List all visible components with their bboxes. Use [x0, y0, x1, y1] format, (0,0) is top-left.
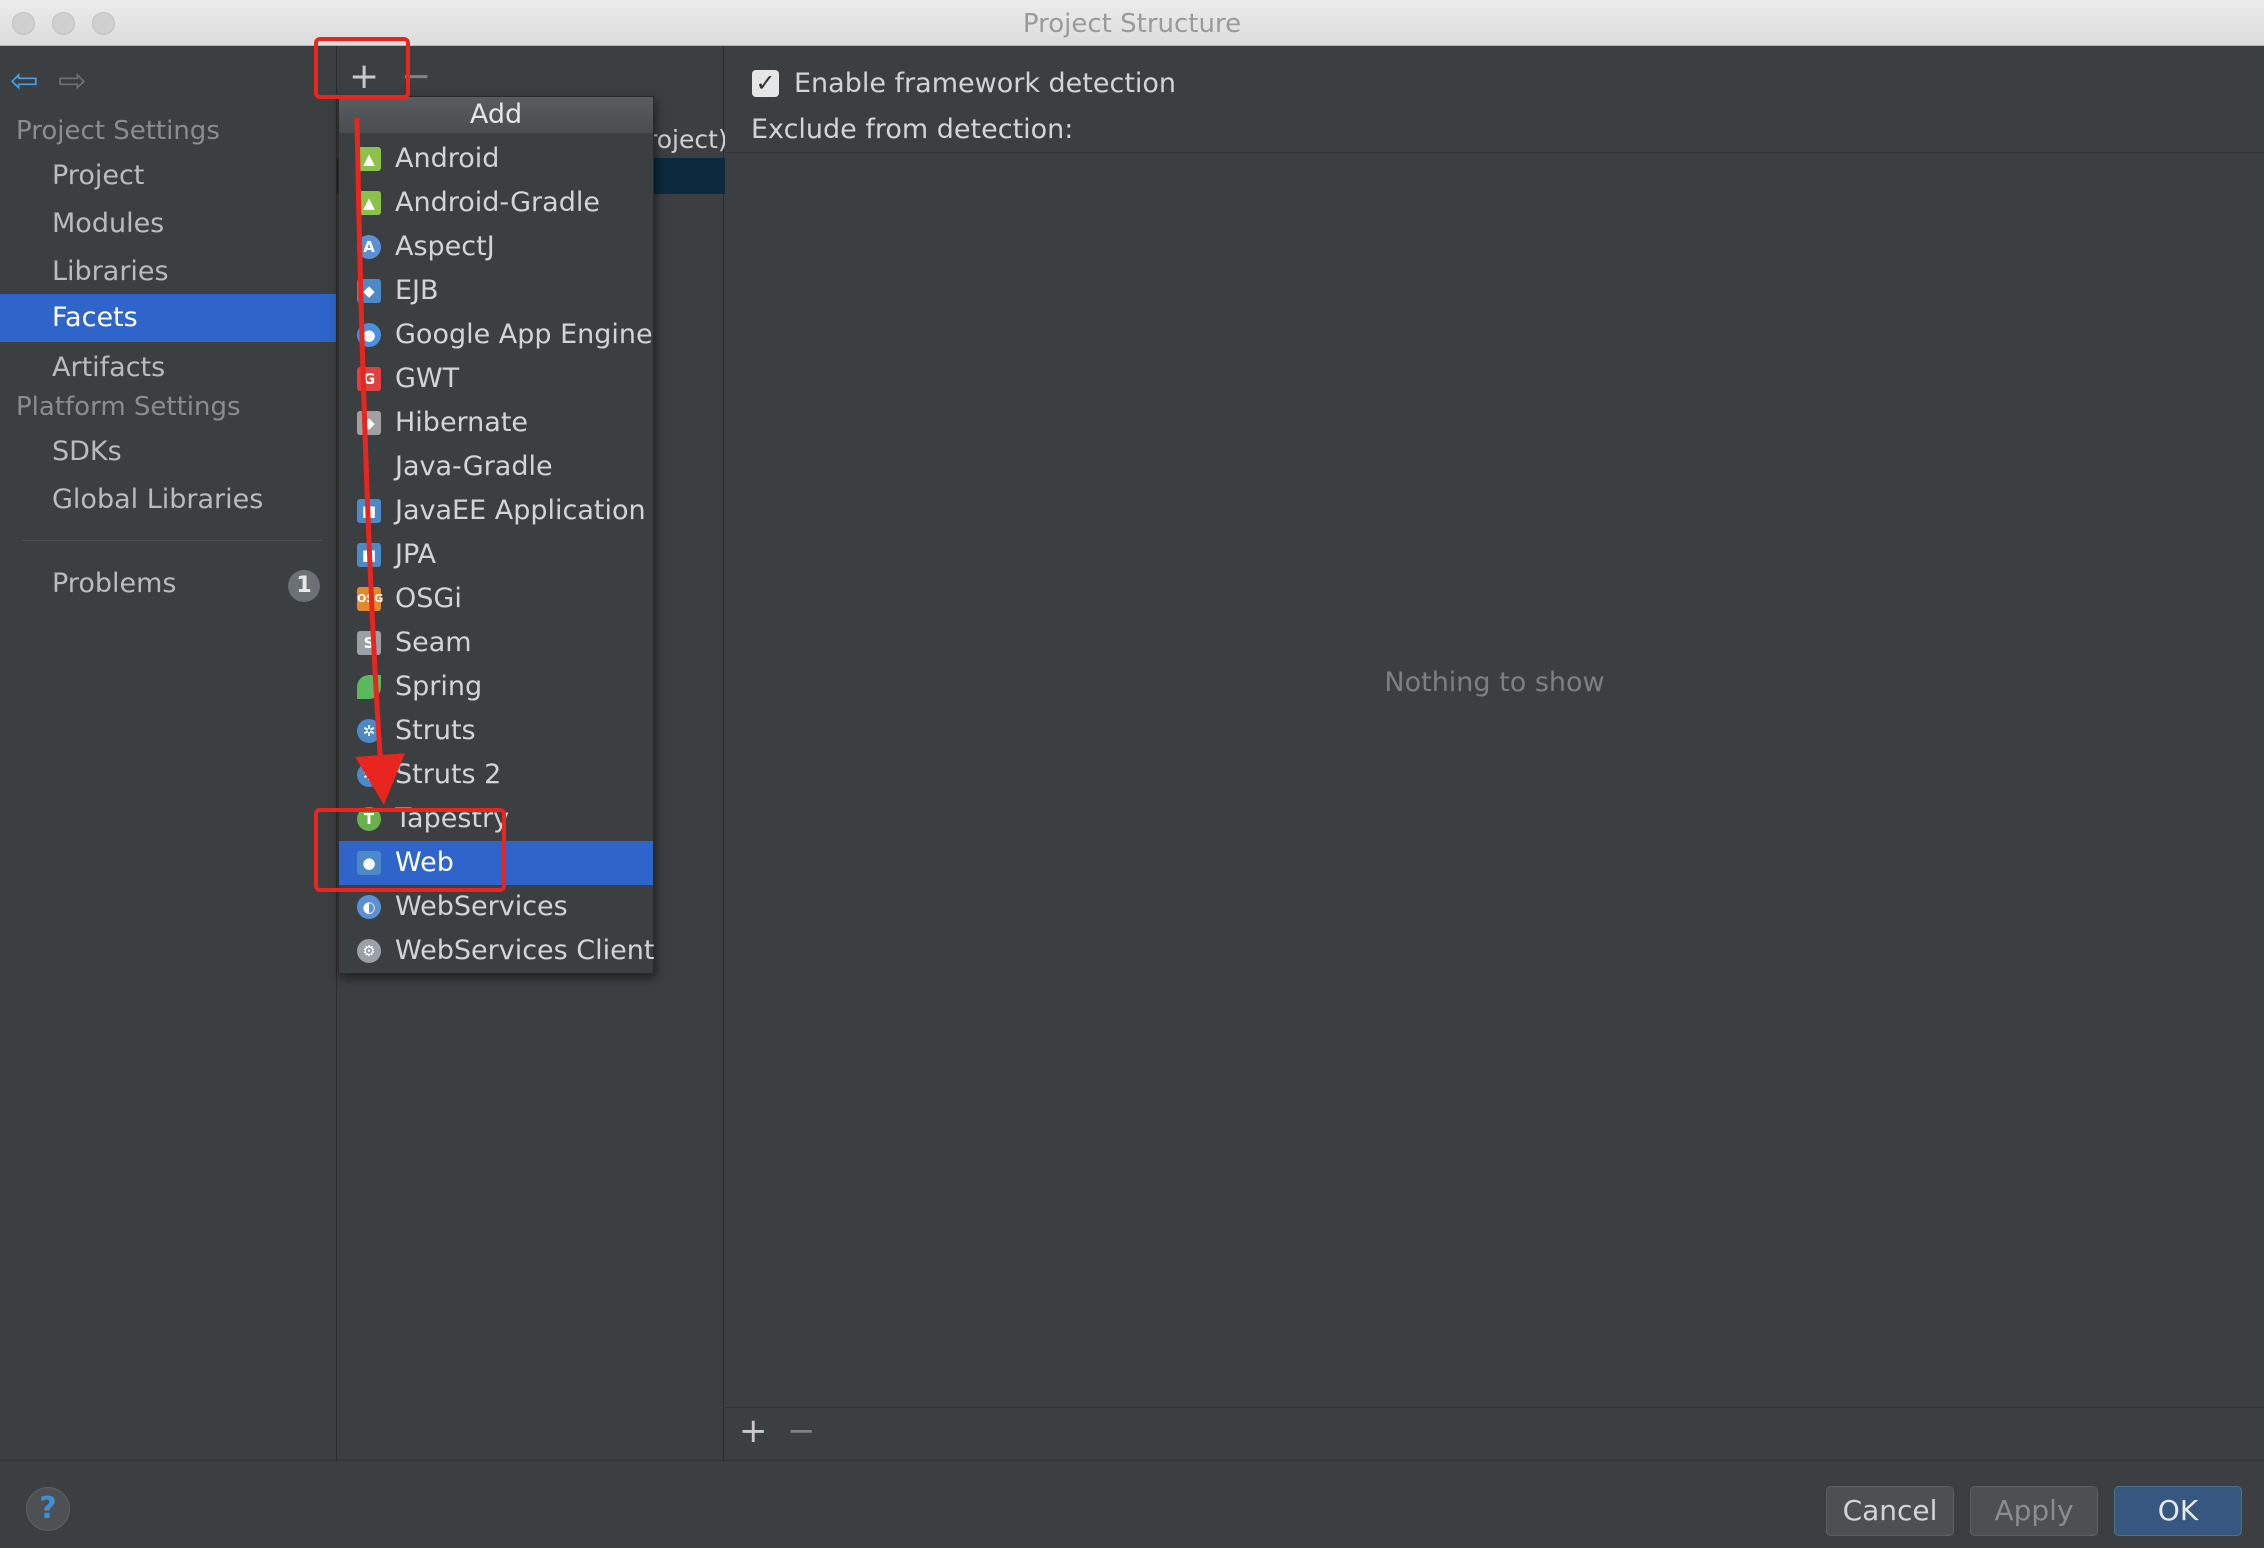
popup-item-label: AspectJ: [395, 231, 495, 262]
popup-item-spring[interactable]: Spring: [339, 665, 653, 709]
popup-item-label: EJB: [395, 275, 439, 306]
ok-button[interactable]: OK: [2114, 1486, 2242, 1536]
popup-item-jpa[interactable]: ■ JPA: [339, 533, 653, 577]
sidebar-item-artifacts[interactable]: Artifacts: [0, 344, 336, 392]
sidebar-item-sdks[interactable]: SDKs: [0, 428, 336, 476]
popup-item-javaee-application[interactable]: ■ JavaEE Application: [339, 489, 653, 533]
dialog-footer: ? Cancel Apply OK: [0, 1460, 2264, 1548]
apply-button[interactable]: Apply: [1970, 1486, 2098, 1536]
project-settings-header: Project Settings: [16, 116, 220, 146]
aspectj-icon: A: [357, 235, 381, 259]
facet-list-row-text[interactable]: roject): [647, 125, 725, 154]
exclude-list[interactable]: Nothing to show: [725, 152, 2264, 1408]
popup-item-gwt[interactable]: G GWT: [339, 357, 653, 401]
webservices-icon: ◐: [357, 895, 381, 919]
webservices-client-icon: ⚙: [357, 939, 381, 963]
sidebar-item-libraries[interactable]: Libraries: [0, 248, 336, 296]
popup-item-android[interactable]: ▲ Android: [339, 137, 653, 181]
window-title: Project Structure: [1022, 9, 1242, 39]
problems-count-badge: 1: [288, 570, 320, 602]
help-button[interactable]: ?: [26, 1487, 70, 1531]
sidebar-item-modules[interactable]: Modules: [0, 200, 336, 248]
add-exclusion-button[interactable]: +: [739, 1411, 768, 1451]
popup-item-hibernate[interactable]: ◆ Hibernate: [339, 401, 653, 445]
sidebar-item-project[interactable]: Project: [0, 152, 336, 200]
popup-item-label: WebServices: [395, 891, 568, 922]
popup-item-label: JPA: [395, 539, 436, 570]
seam-icon: S: [357, 631, 381, 655]
hibernate-icon: ◆: [357, 411, 381, 435]
exclude-from-detection-label: Exclude from detection:: [751, 114, 1074, 145]
popup-item-android-gradle[interactable]: ▲ Android-Gradle: [339, 181, 653, 225]
popup-item-label: GWT: [395, 363, 460, 394]
popup-item-google-app-engine[interactable]: ● Google App Engine: [339, 313, 653, 357]
popup-item-ejb[interactable]: ◆ EJB: [339, 269, 653, 313]
osgi-icon: OSG: [357, 587, 383, 611]
jpa-icon: ■: [357, 543, 381, 567]
sidebar-item-global-libraries[interactable]: Global Libraries: [0, 476, 336, 524]
platform-settings-header: Platform Settings: [16, 392, 241, 422]
popup-item-label: Hibernate: [395, 407, 529, 438]
popup-item-struts[interactable]: ✲ Struts: [339, 709, 653, 753]
android-icon: ▲: [357, 147, 381, 171]
popup-item-label: OSGi: [395, 583, 462, 614]
popup-item-label: Spring: [395, 671, 483, 702]
popup-item-label: Java-Gradle: [395, 451, 553, 482]
sidebar-divider: [22, 540, 322, 541]
android-gradle-icon: ▲: [357, 191, 381, 215]
spring-icon: [357, 675, 381, 699]
popup-header: Add: [339, 97, 653, 133]
popup-item-label: WebServices Client: [395, 935, 655, 966]
sidebar-item-label: Problems: [52, 568, 177, 599]
popup-item-label: JavaEE Application: [395, 495, 646, 526]
annotation-box-add-button: [314, 37, 410, 99]
app-engine-icon: ●: [357, 323, 381, 347]
popup-item-label: Seam: [395, 627, 472, 658]
sidebar-item-facets[interactable]: Facets: [0, 294, 336, 342]
popup-item-label: Struts: [395, 715, 476, 746]
facet-detail-panel: ✓ Enable framework detection Exclude fro…: [725, 46, 2264, 1460]
popup-item-webservices-client[interactable]: ⚙ WebServices Client: [339, 929, 655, 973]
popup-item-osgi[interactable]: OSG OSGi: [339, 577, 653, 621]
cancel-button[interactable]: Cancel: [1826, 1486, 1954, 1536]
annotation-box-web-item: [314, 808, 506, 892]
enable-detection-checkbox[interactable]: ✓: [752, 70, 779, 97]
empty-list-text: Nothing to show: [1384, 667, 1605, 698]
popup-item-java-gradle[interactable]: Java-Gradle: [339, 445, 653, 489]
sidebar: ⇦ ⇨ Project Settings Project Modules Lib…: [0, 46, 336, 1460]
remove-exclusion-button[interactable]: −: [787, 1411, 816, 1451]
popup-item-label: Android-Gradle: [395, 187, 600, 218]
popup-item-aspectj[interactable]: A AspectJ: [339, 225, 653, 269]
back-arrow-icon[interactable]: ⇦: [10, 64, 39, 98]
popup-item-label: Google App Engine: [395, 319, 653, 350]
enable-detection-label[interactable]: Enable framework detection: [794, 68, 1176, 99]
javaee-icon: ■: [357, 499, 381, 523]
popup-item-label: Android: [395, 143, 500, 174]
gwt-icon: G: [357, 367, 381, 391]
ejb-icon: ◆: [357, 279, 381, 303]
sidebar-item-problems[interactable]: Problems 1: [0, 560, 336, 608]
struts2-icon: ✲: [357, 763, 381, 787]
popup-item-struts-2[interactable]: ✲ Struts 2: [339, 753, 653, 797]
struts-icon: ✲: [357, 719, 381, 743]
forward-arrow-icon[interactable]: ⇨: [58, 64, 87, 98]
popup-item-label: Struts 2: [395, 759, 502, 790]
popup-item-seam[interactable]: S Seam: [339, 621, 653, 665]
